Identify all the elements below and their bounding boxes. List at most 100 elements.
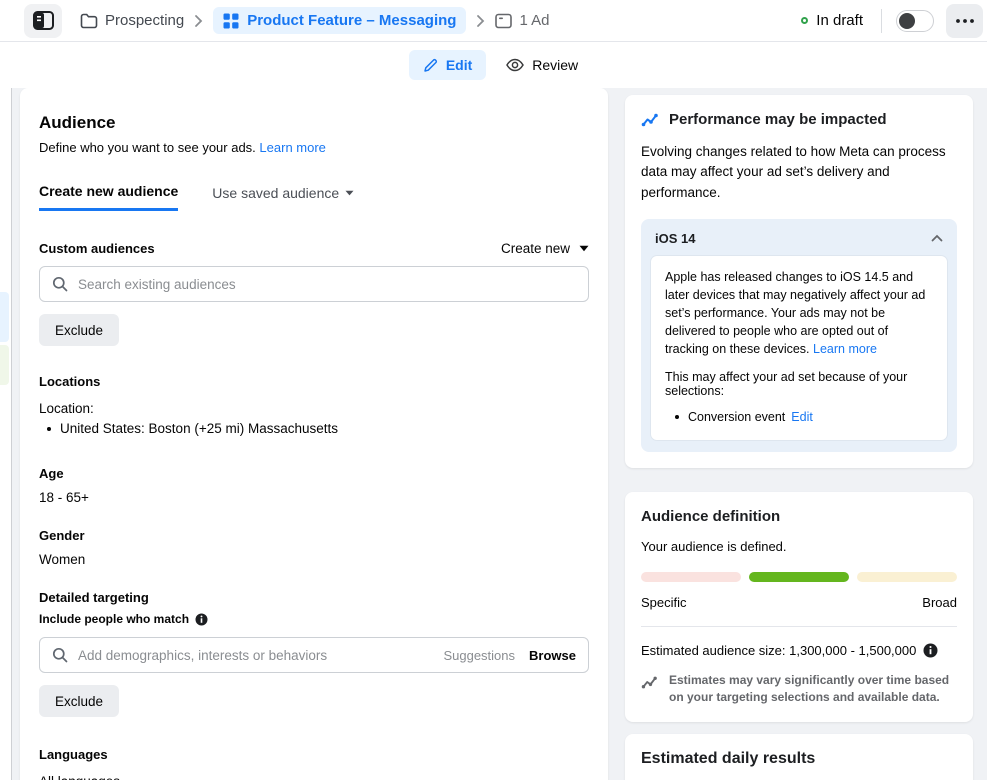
breadcrumb-adset-selected[interactable]: Product Feature – Messaging bbox=[213, 7, 466, 34]
location-sublabel: Location: bbox=[39, 401, 589, 416]
performance-card-title: Performance may be impacted bbox=[669, 111, 887, 128]
collapse-sidebar-button[interactable] bbox=[24, 4, 62, 38]
breadcrumb-adset-label: Product Feature – Messaging bbox=[247, 12, 456, 29]
card-divider bbox=[641, 626, 957, 627]
sidebar-panel-icon bbox=[33, 11, 54, 30]
location-value-row: United States: Boston (+25 mi) Massachus… bbox=[39, 421, 589, 436]
include-people-label: Include people who match bbox=[39, 612, 189, 626]
ios14-section: iOS 14 Apple has released changes to iOS… bbox=[641, 219, 957, 453]
caret-down-icon bbox=[345, 190, 354, 196]
ios14-affect-line: This may affect your ad set because of y… bbox=[665, 370, 933, 398]
review-mode-label: Review bbox=[532, 57, 578, 73]
audience-panel: Audience Define who you want to see your… bbox=[20, 88, 608, 780]
bullet-icon bbox=[47, 427, 51, 431]
browse-button[interactable]: Browse bbox=[529, 648, 576, 663]
tab-create-label: Create new audience bbox=[39, 183, 178, 199]
topbar-divider bbox=[881, 9, 882, 33]
trend-chart-icon bbox=[641, 112, 660, 128]
breadcrumb-chevron-icon-2 bbox=[476, 14, 485, 28]
collapsed-nav-rail[interactable] bbox=[0, 42, 12, 780]
ios14-learn-more-link[interactable]: Learn more bbox=[813, 342, 877, 356]
conversion-event-label: Conversion event bbox=[688, 410, 785, 424]
age-value: 18 - 65+ bbox=[39, 490, 589, 505]
eye-icon bbox=[506, 58, 524, 72]
detailed-targeting-exclude-button[interactable]: Exclude bbox=[39, 685, 119, 717]
audience-definition-gauge bbox=[641, 572, 957, 582]
breadcrumb-ad[interactable]: 1 Ad bbox=[495, 12, 549, 29]
performance-card: Performance may be impacted Evolving cha… bbox=[625, 95, 973, 468]
breadcrumb-campaign[interactable]: Prospecting bbox=[80, 12, 184, 29]
ios14-body-text: Apple has released changes to iOS 14.5 a… bbox=[665, 270, 925, 357]
draft-status: In draft bbox=[801, 12, 863, 29]
rail-adset-fragment bbox=[0, 292, 9, 342]
audience-defined-status: Your audience is defined. bbox=[641, 539, 957, 554]
estimates-note-row: Estimates may vary significantly over ti… bbox=[641, 672, 957, 706]
more-options-button[interactable] bbox=[946, 4, 983, 38]
adset-active-toggle[interactable] bbox=[896, 10, 934, 32]
audience-definition-title: Audience definition bbox=[641, 508, 957, 525]
pencil-icon bbox=[423, 58, 438, 73]
estimated-daily-results-card: Estimated daily results bbox=[625, 734, 973, 780]
estimated-size-text: Estimated audience size: 1,300,000 - 1,5… bbox=[641, 643, 916, 658]
gauge-specific-segment bbox=[641, 572, 741, 582]
suggestions-button[interactable]: Suggestions bbox=[443, 648, 515, 663]
detailed-targeting-search-input[interactable] bbox=[78, 648, 443, 663]
estimated-daily-results-title: Estimated daily results bbox=[641, 750, 957, 768]
create-new-label: Create new bbox=[501, 241, 570, 256]
breadcrumb-chevron-icon bbox=[194, 14, 203, 28]
audience-tabs: Create new audience Use saved audience bbox=[39, 183, 589, 211]
gauge-label-broad: Broad bbox=[922, 595, 957, 610]
include-people-row: Include people who match bbox=[39, 612, 589, 626]
audience-subtitle: Define who you want to see your ads. Lea… bbox=[39, 140, 589, 155]
tab-use-saved-audience[interactable]: Use saved audience bbox=[212, 183, 354, 211]
edit-mode-label: Edit bbox=[446, 57, 472, 73]
info-icon[interactable] bbox=[923, 643, 938, 658]
gender-value: Women bbox=[39, 552, 589, 567]
gender-label: Gender bbox=[39, 528, 589, 543]
ad-frame-icon bbox=[495, 13, 512, 29]
breadcrumb-ad-label: 1 Ad bbox=[519, 12, 549, 29]
tab-saved-label: Use saved audience bbox=[212, 185, 339, 201]
ios14-detail: Apple has released changes to iOS 14.5 a… bbox=[651, 256, 947, 441]
draft-status-label: In draft bbox=[816, 12, 863, 29]
right-column: Performance may be impacted Evolving cha… bbox=[625, 88, 973, 780]
conversion-event-edit-link[interactable]: Edit bbox=[791, 410, 813, 424]
audience-title: Audience bbox=[39, 113, 589, 133]
edit-mode-button[interactable]: Edit bbox=[409, 50, 486, 80]
ios14-title: iOS 14 bbox=[655, 231, 695, 246]
create-new-audience-dropdown[interactable]: Create new bbox=[501, 241, 589, 256]
folder-icon bbox=[80, 13, 98, 29]
audience-definition-card: Audience definition Your audience is def… bbox=[625, 492, 973, 722]
ios14-body: Apple has released changes to iOS 14.5 a… bbox=[665, 268, 933, 359]
locations-label: Locations bbox=[39, 374, 589, 389]
tab-create-new-audience[interactable]: Create new audience bbox=[39, 183, 178, 211]
estimates-note-text: Estimates may vary significantly over ti… bbox=[669, 672, 957, 706]
performance-card-body: Evolving changes related to how Meta can… bbox=[641, 142, 957, 203]
ios14-bullet-row: Conversion event Edit bbox=[665, 410, 933, 424]
languages-value: All languages bbox=[39, 774, 589, 780]
age-label: Age bbox=[39, 466, 589, 481]
detailed-targeting-label: Detailed targeting bbox=[39, 590, 589, 605]
custom-audiences-search bbox=[39, 266, 589, 302]
breadcrumb-campaign-label: Prospecting bbox=[105, 12, 184, 29]
detailed-targeting-search: Suggestions Browse bbox=[39, 637, 589, 673]
rail-ad-fragment bbox=[0, 345, 9, 385]
estimated-size-row: Estimated audience size: 1,300,000 - 1,5… bbox=[641, 643, 957, 658]
custom-audiences-search-input[interactable] bbox=[78, 277, 576, 292]
top-bar: Prospecting Product Feature – Messaging … bbox=[0, 0, 987, 42]
caret-down-icon bbox=[579, 245, 589, 252]
gauge-current-segment bbox=[749, 572, 849, 582]
review-mode-button[interactable]: Review bbox=[506, 57, 578, 73]
audience-learn-more-link[interactable]: Learn more bbox=[259, 140, 325, 155]
trend-chart-icon-gray bbox=[641, 675, 659, 690]
search-icon bbox=[52, 276, 68, 292]
gauge-broad-segment bbox=[857, 572, 957, 582]
chevron-up-icon bbox=[931, 234, 943, 242]
ellipsis-icon bbox=[956, 19, 974, 23]
toggle-knob bbox=[899, 13, 915, 29]
info-icon[interactable] bbox=[195, 613, 208, 626]
ios14-header[interactable]: iOS 14 bbox=[651, 229, 947, 256]
draft-status-dot-icon bbox=[801, 17, 808, 24]
custom-audiences-exclude-button[interactable]: Exclude bbox=[39, 314, 119, 346]
custom-audiences-label: Custom audiences bbox=[39, 241, 155, 256]
